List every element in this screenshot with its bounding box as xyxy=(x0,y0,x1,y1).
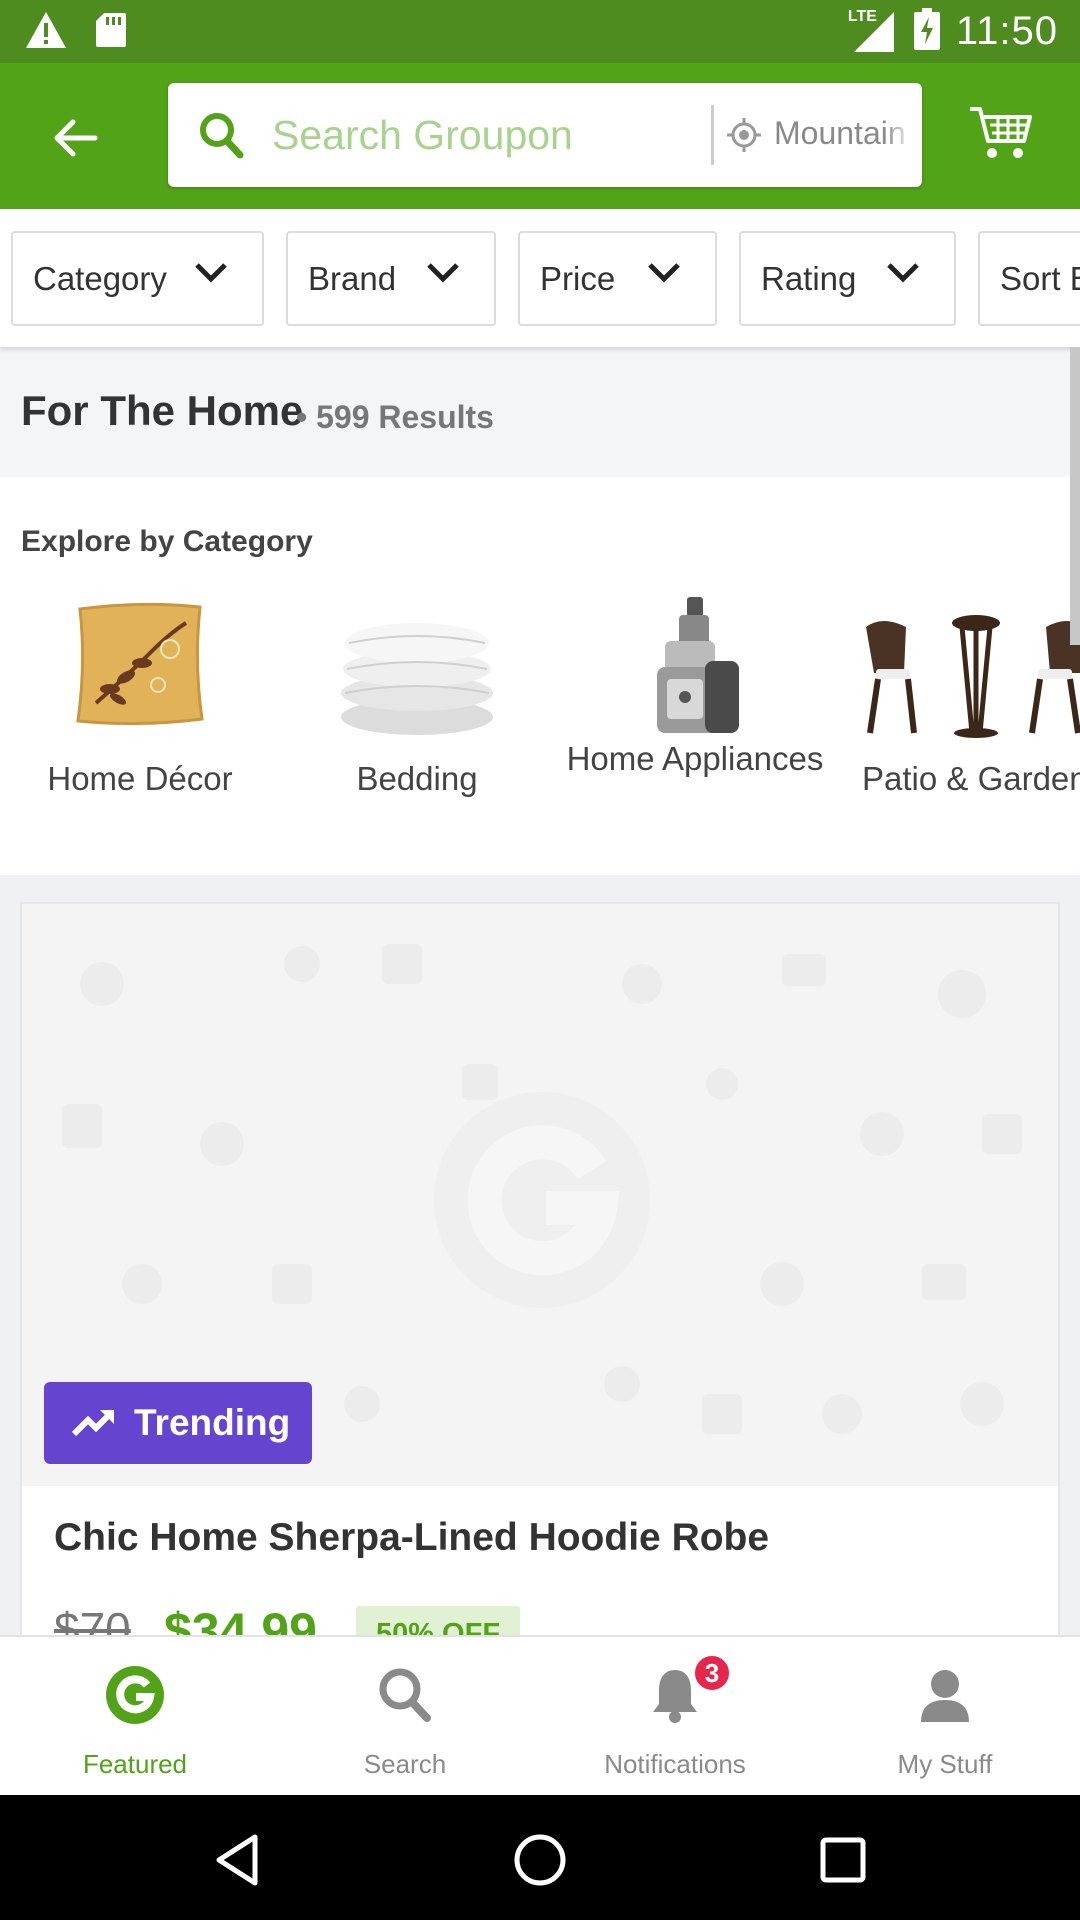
filter-label: Sort By xyxy=(1000,259,1080,297)
results-count: • 599 Results xyxy=(296,399,494,435)
filter-rating[interactable]: Rating xyxy=(739,231,956,326)
explore-section: Explore by Category Home Décor Bedding H… xyxy=(0,477,1080,875)
nav-search[interactable]: Search xyxy=(270,1637,540,1797)
pillows-stack-image xyxy=(277,593,557,741)
notification-count-badge: 3 xyxy=(692,1653,732,1693)
filter-category[interactable]: Category xyxy=(11,231,264,326)
badge-label: Trending xyxy=(134,1402,291,1443)
explore-title: Explore by Category xyxy=(21,525,313,558)
back-triangle-icon xyxy=(216,1834,258,1886)
home-circle-icon xyxy=(514,1834,566,1886)
pillow-image xyxy=(0,593,280,741)
system-nav-bar xyxy=(0,1795,1080,1920)
juicer-image xyxy=(555,593,835,741)
results-header: For The Home • 599 Results xyxy=(0,347,1080,477)
nav-label: My Stuff xyxy=(897,1749,993,1779)
person-icon xyxy=(915,1665,975,1725)
category-bedding[interactable]: Bedding xyxy=(277,593,557,853)
filter-label: Price xyxy=(540,259,616,297)
category-label: Bedding xyxy=(356,760,478,797)
search-icon xyxy=(375,1665,435,1725)
patio-set-image xyxy=(832,593,1080,741)
nav-label: Featured xyxy=(82,1749,188,1779)
location-target-icon xyxy=(726,117,762,158)
groupon-logo-watermark xyxy=(432,1090,652,1315)
deal-card[interactable]: Trending Chic Home Sherpa-Lined Hoodie R… xyxy=(20,902,1060,1702)
category-home-appliances[interactable]: Home Appliances xyxy=(555,593,835,853)
chevron-down-icon xyxy=(195,263,227,283)
app-header: Mountain View xyxy=(0,63,1080,209)
trending-up-icon xyxy=(72,1409,115,1437)
nav-label: Notifications xyxy=(604,1749,746,1779)
filter-bar: Category Brand Price Rating Sort By xyxy=(0,209,1080,347)
bottom-nav: Featured Search 3 Notifications My Stuff xyxy=(0,1635,1080,1795)
nav-notifications[interactable]: 3 Notifications xyxy=(540,1637,810,1797)
trending-badge: Trending xyxy=(44,1382,312,1464)
filter-price[interactable]: Price xyxy=(518,231,717,326)
cart-button[interactable] xyxy=(968,103,1038,167)
back-button[interactable] xyxy=(40,103,110,173)
location-fade xyxy=(884,103,914,167)
sd-card-icon xyxy=(94,11,128,54)
cart-icon xyxy=(970,107,1032,158)
system-home-button[interactable] xyxy=(505,1825,575,1895)
deal-title[interactable]: Chic Home Sherpa-Lined Hoodie Robe xyxy=(54,1516,769,1560)
category-home-decor[interactable]: Home Décor xyxy=(0,593,280,853)
network-type: LTE xyxy=(847,7,877,25)
chevron-down-icon xyxy=(887,263,919,283)
filter-label: Category xyxy=(33,259,167,297)
status-time: 11:50 xyxy=(955,9,1058,53)
page-title: For The Home xyxy=(21,387,304,434)
system-back-button[interactable] xyxy=(202,1825,272,1895)
filter-label: Rating xyxy=(761,259,857,297)
search-divider xyxy=(711,105,714,165)
category-label: Home Décor xyxy=(47,760,233,797)
filter-brand[interactable]: Brand xyxy=(286,231,496,326)
category-label: Home Appliances xyxy=(566,740,824,777)
recents-square-icon xyxy=(820,1837,866,1883)
signal-icon: LTE xyxy=(847,7,898,54)
deal-image-placeholder: Trending xyxy=(22,904,1058,1486)
back-arrow-icon xyxy=(54,119,98,157)
nav-my-stuff[interactable]: My Stuff xyxy=(810,1637,1080,1797)
status-bar: LTE 11:50 xyxy=(0,0,1080,63)
scrollbar[interactable] xyxy=(1070,347,1080,645)
battery-charging-icon xyxy=(913,8,940,55)
filter-sort-by[interactable]: Sort By xyxy=(978,231,1080,326)
filter-label: Brand xyxy=(308,259,397,297)
search-icon xyxy=(198,111,246,166)
system-recents-button[interactable] xyxy=(808,1825,878,1895)
groupon-g-icon xyxy=(105,1665,165,1725)
nav-featured[interactable]: Featured xyxy=(0,1637,270,1797)
search-input[interactable] xyxy=(272,101,672,169)
warning-icon xyxy=(24,10,68,55)
search-box[interactable]: Mountain View xyxy=(168,83,922,187)
category-patio-garden[interactable]: Patio & Garden xyxy=(832,593,1080,853)
category-label: Patio & Garden xyxy=(862,760,1080,797)
chevron-down-icon xyxy=(427,263,459,283)
nav-label: Search xyxy=(363,1749,447,1779)
chevron-down-icon xyxy=(648,263,680,283)
